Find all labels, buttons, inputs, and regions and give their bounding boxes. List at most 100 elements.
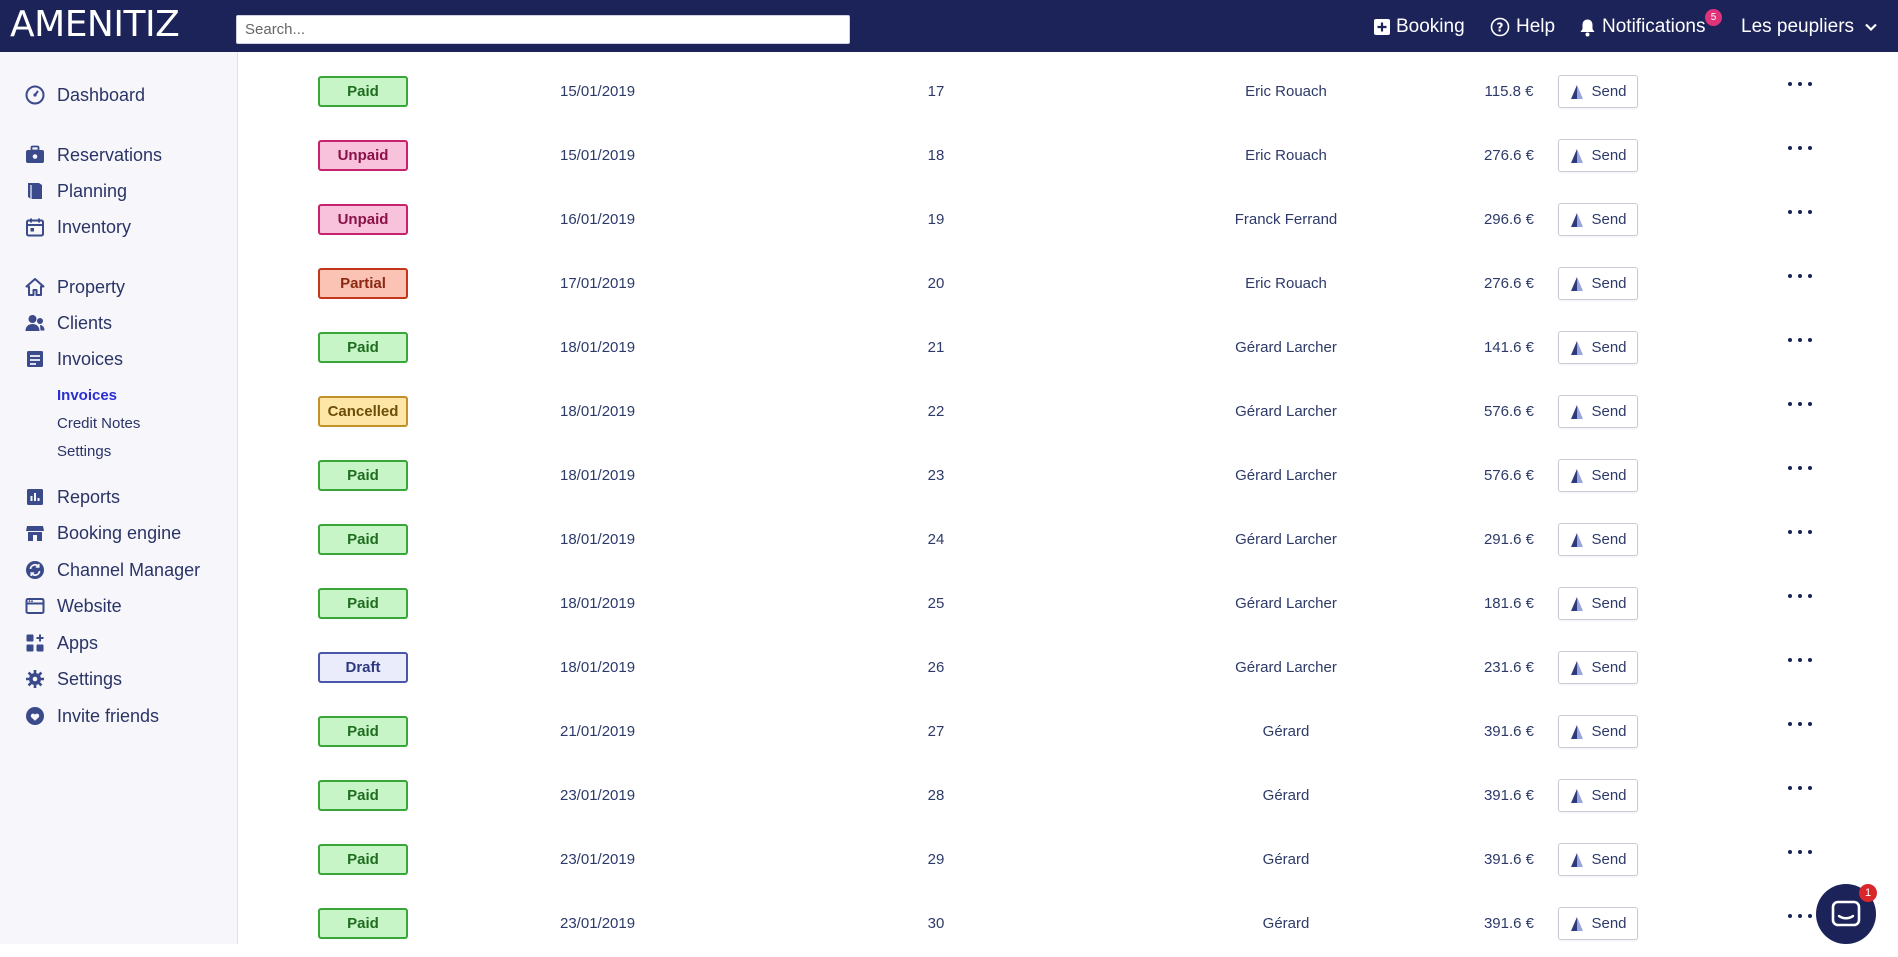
sidebar-label: Reservations	[57, 144, 163, 165]
send-invoice-button[interactable]: Send	[1558, 907, 1638, 940]
more-actions-icon[interactable]	[1788, 651, 1812, 669]
sailboat-icon	[1571, 660, 1584, 675]
invoice-date: 23/01/2019	[560, 787, 636, 804]
sailboat-icon	[1571, 724, 1584, 739]
table-row[interactable]: Paid 23/01/2019 28 Gérard 391.6 € Send	[238, 765, 1898, 829]
table-row[interactable]: Paid 18/01/2019 21 Gérard Larcher 141.6 € Sen…	[238, 317, 1898, 381]
send-invoice-button[interactable]: Send	[1558, 523, 1638, 556]
invoice-number: 20	[927, 275, 945, 292]
sidebar-subitem-invoices[interactable]: Invoices	[57, 387, 117, 404]
sidebar-item-apps[interactable]: Apps	[25, 629, 98, 657]
sidebar-label: Settings	[57, 668, 123, 689]
notifications-button[interactable]: Notifications	[1579, 13, 1706, 41]
sidebar-item-settings[interactable]: Settings	[25, 665, 122, 693]
send-invoice-button[interactable]: Send	[1558, 331, 1638, 364]
status-badge: Unpaid	[318, 204, 408, 235]
table-row[interactable]: Partial 17/01/2019 20 Eric Rouach 276.6 € Sen…	[238, 253, 1898, 317]
more-actions-icon[interactable]	[1788, 523, 1812, 541]
chevron-down-icon	[1865, 23, 1877, 32]
sidebar-label: Reports	[57, 486, 121, 507]
sidebar-item-invite-friends[interactable]: Invite friends	[25, 702, 159, 730]
sidebar-subitem-settings[interactable]: Settings	[57, 443, 111, 460]
sidebar-label: Invoices	[57, 348, 124, 369]
more-actions-icon[interactable]	[1788, 843, 1812, 861]
table-row[interactable]: Unpaid 15/01/2019 18 Eric Rouach 276.6 € Send	[238, 125, 1898, 189]
more-actions-icon[interactable]	[1788, 75, 1812, 93]
send-label: Send	[1591, 595, 1627, 612]
apps-grid-icon	[25, 633, 45, 653]
status-badge: Draft	[318, 652, 408, 683]
invoice-number: 17	[927, 83, 945, 100]
sidebar-item-dashboard[interactable]: Dashboard	[25, 81, 145, 109]
more-actions-icon[interactable]	[1788, 139, 1812, 157]
send-invoice-button[interactable]: Send	[1558, 75, 1638, 108]
send-invoice-button[interactable]: Send	[1558, 779, 1638, 812]
invoice-number: 25	[927, 595, 945, 612]
calendar-icon	[25, 217, 45, 237]
status-badge: Partial	[318, 268, 408, 299]
invoice-number: 27	[927, 723, 945, 740]
table-row[interactable]: Draft 18/01/2019 26 Gérard Larcher 231.6 € Se…	[238, 637, 1898, 701]
more-actions-icon[interactable]	[1788, 331, 1812, 349]
booking-button[interactable]: Booking	[1374, 13, 1465, 41]
sidebar-item-inventory[interactable]: Inventory	[25, 213, 131, 241]
sidebar-item-clients[interactable]: Clients	[25, 309, 112, 337]
sidebar-subitem-credit-notes[interactable]: Credit Notes	[57, 415, 140, 432]
table-row[interactable]: Paid 15/01/2019 17 Eric Rouach 115.8 € Send	[238, 61, 1898, 125]
more-actions-icon[interactable]	[1788, 203, 1812, 221]
amenitiz-logo[interactable]: AMENITIZ	[10, 4, 180, 45]
search-input[interactable]	[236, 15, 850, 44]
send-invoice-button[interactable]: Send	[1558, 715, 1638, 748]
sidebar-item-channel-manager[interactable]: Channel Manager	[25, 556, 200, 584]
sync-icon	[25, 560, 45, 580]
table-row[interactable]: Cancelled 18/01/2019 22 Gérard Larcher 576.6…	[238, 381, 1898, 445]
send-invoice-button[interactable]: Send	[1558, 395, 1638, 428]
sailboat-icon	[1571, 84, 1584, 99]
table-row[interactable]: Paid 18/01/2019 25 Gérard Larcher 181.6 € Sen…	[238, 573, 1898, 637]
sidebar-item-property[interactable]: Property	[25, 273, 125, 301]
sidebar-item-website[interactable]: Website	[25, 592, 122, 620]
send-invoice-button[interactable]: Send	[1558, 459, 1638, 492]
book-icon	[25, 181, 45, 201]
users-icon	[25, 313, 45, 333]
more-actions-icon[interactable]	[1788, 779, 1812, 797]
sidebar-item-reports[interactable]: Reports	[25, 483, 120, 511]
sidebar-item-planning[interactable]: Planning	[25, 177, 127, 205]
invoice-date: 18/01/2019	[560, 659, 636, 676]
table-row[interactable]: Paid 18/01/2019 23 Gérard Larcher 576.6 € Sen…	[238, 445, 1898, 509]
table-row[interactable]: Paid 23/01/2019 30 Gérard 391.6 € Send	[238, 893, 1898, 957]
gear-icon	[25, 669, 45, 689]
table-row[interactable]: Paid 21/01/2019 27 Gérard 391.6 € Send	[238, 701, 1898, 765]
sidebar-item-invoices[interactable]: Invoices	[25, 345, 123, 373]
more-actions-icon[interactable]	[1788, 459, 1812, 477]
send-invoice-button[interactable]: Send	[1558, 203, 1638, 236]
sailboat-icon	[1571, 404, 1584, 419]
sailboat-icon	[1571, 916, 1584, 931]
more-actions-icon[interactable]	[1788, 715, 1812, 733]
send-invoice-button[interactable]: Send	[1558, 843, 1638, 876]
send-label: Send	[1591, 339, 1627, 356]
send-invoice-button[interactable]: Send	[1558, 267, 1638, 300]
more-actions-icon[interactable]	[1788, 267, 1812, 285]
property-switcher-dropdown[interactable]: Les peupliers	[1741, 13, 1884, 41]
more-actions-icon[interactable]	[1788, 395, 1812, 413]
send-invoice-button[interactable]: Send	[1558, 139, 1638, 172]
invoice-date: 18/01/2019	[560, 467, 636, 484]
send-invoice-button[interactable]: Send	[1558, 587, 1638, 620]
send-invoice-button[interactable]: Send	[1558, 651, 1638, 684]
more-actions-icon[interactable]	[1788, 587, 1812, 605]
invoice-number: 24	[927, 531, 945, 548]
table-row[interactable]: Paid 18/01/2019 24 Gérard Larcher 291.6 € Sen…	[238, 509, 1898, 573]
chat-unread-badge: 1	[1859, 884, 1877, 902]
sidebar-item-booking-engine[interactable]: Booking engine	[25, 519, 181, 547]
help-button[interactable]: ? Help	[1490, 13, 1555, 41]
send-label: Send	[1591, 915, 1627, 932]
more-actions-icon[interactable]	[1788, 907, 1812, 925]
table-row[interactable]: Paid 23/01/2019 29 Gérard 391.6 € Send	[238, 829, 1898, 893]
table-row[interactable]: Unpaid 16/01/2019 19 Franck Ferrand 296.6 € S…	[238, 189, 1898, 253]
invoice-number: 19	[927, 211, 945, 228]
send-label: Send	[1591, 787, 1627, 804]
property-name: Les peupliers	[1741, 16, 1855, 37]
sidebar-item-reservations[interactable]: Reservations	[25, 141, 162, 169]
invoice-date: 15/01/2019	[560, 147, 636, 164]
